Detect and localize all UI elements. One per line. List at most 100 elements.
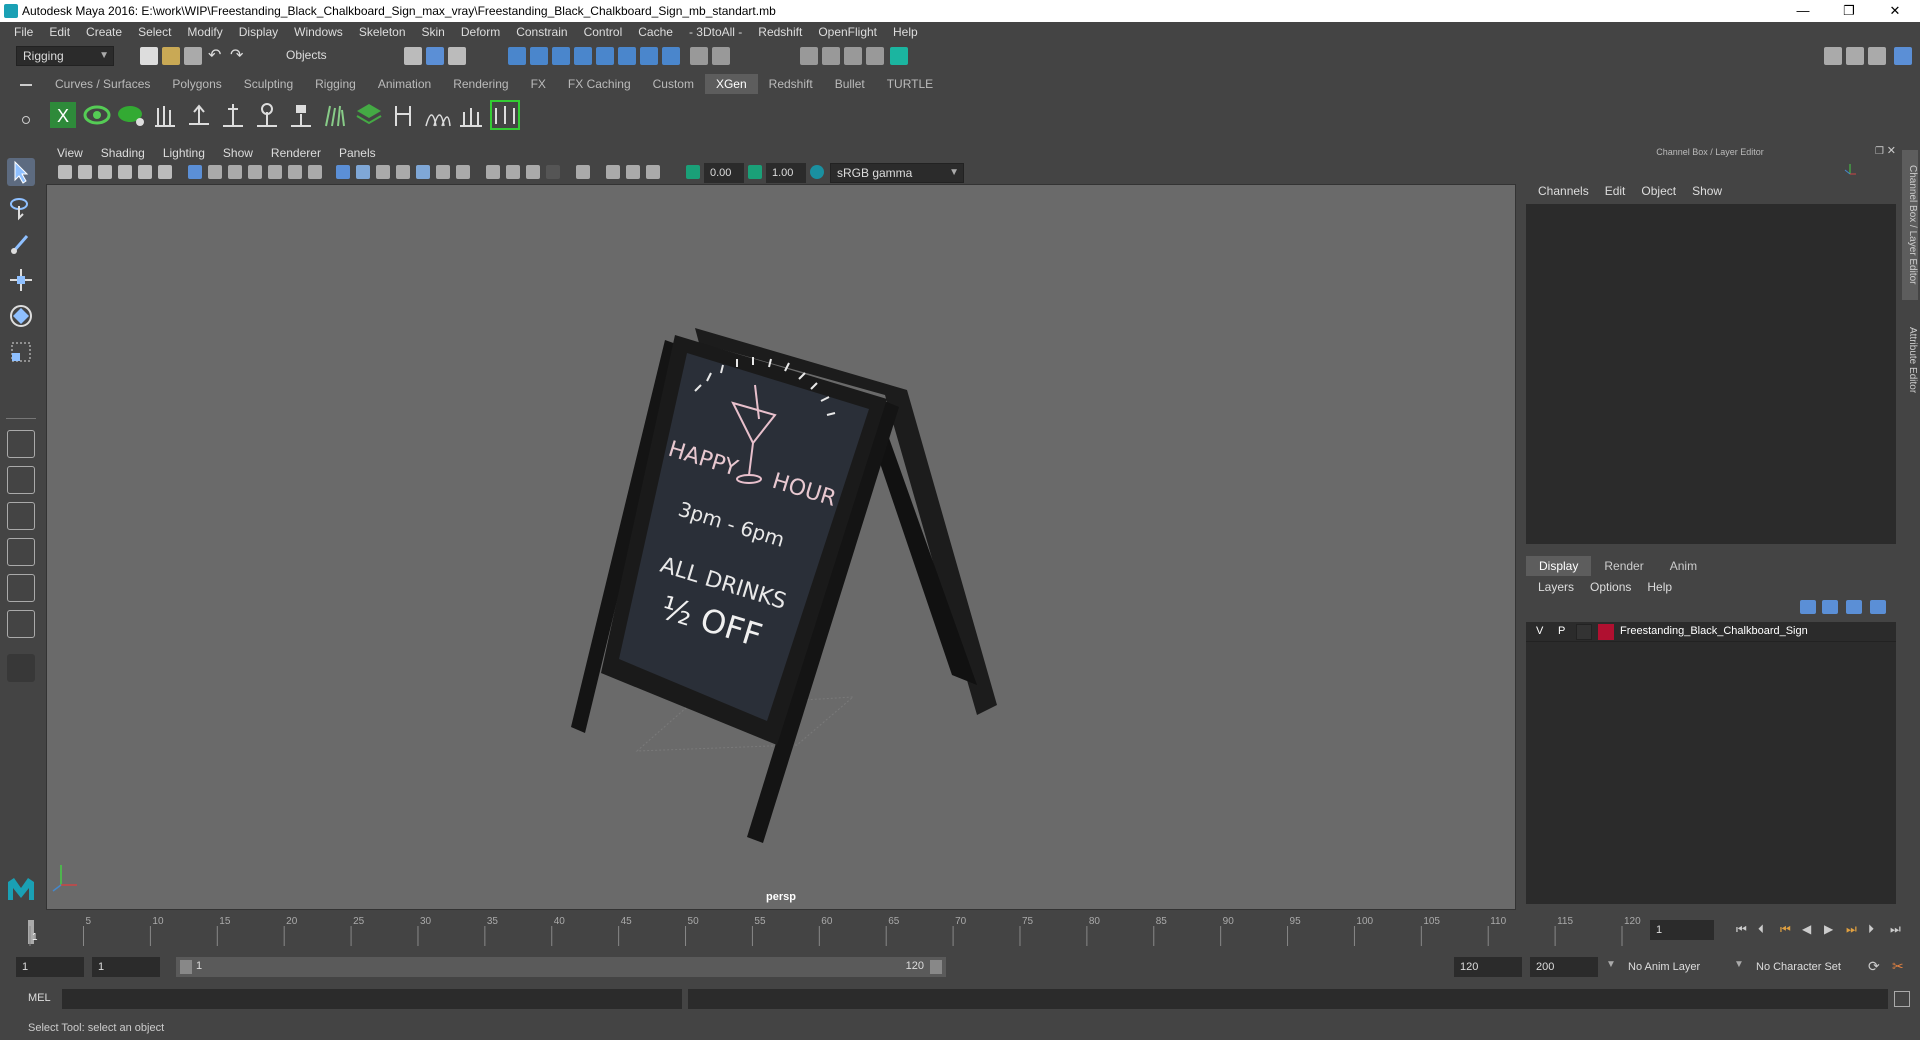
- chevron-down-icon[interactable]: ▼: [1606, 959, 1616, 970]
- menu-cache[interactable]: Cache: [630, 25, 681, 39]
- shelf-tab-rigging[interactable]: Rigging: [304, 74, 367, 94]
- shelf-tab-rendering[interactable]: Rendering: [442, 74, 519, 94]
- xgen-editor-icon[interactable]: X: [48, 100, 78, 130]
- menu-control[interactable]: Control: [576, 25, 631, 39]
- current-frame-field[interactable]: 1: [1650, 920, 1714, 940]
- viewport-menu-renderer[interactable]: Renderer: [262, 146, 330, 160]
- layer-tab-render[interactable]: Render: [1591, 556, 1656, 576]
- camera-icon[interactable]: [58, 165, 72, 179]
- step-back-frame-icon[interactable]: ⏴: [1758, 922, 1764, 937]
- xgen-add-guide-icon[interactable]: [150, 100, 180, 130]
- menu-modify[interactable]: Modify: [179, 25, 230, 39]
- layout-options-icon[interactable]: [7, 654, 35, 682]
- paint-select-tool-icon[interactable]: [7, 230, 35, 258]
- snap-grid-icon[interactable]: [508, 47, 526, 65]
- menu-skeleton[interactable]: Skeleton: [351, 25, 414, 39]
- image-plane-icon[interactable]: [118, 165, 132, 179]
- snap-projected-icon[interactable]: [618, 47, 636, 65]
- new-layer-from-selected-icon[interactable]: [1870, 600, 1886, 614]
- layer-menu-options[interactable]: Options: [1582, 580, 1639, 594]
- shelf-tab-curves-surfaces[interactable]: Curves / Surfaces: [44, 74, 161, 94]
- menu-select[interactable]: Select: [130, 25, 179, 39]
- move-layer-down-icon[interactable]: [1822, 600, 1838, 614]
- animation-preferences-icon[interactable]: ✂: [1892, 958, 1904, 975]
- perspective-viewport[interactable]: HAPPY HOUR 3pm - 6pm ALL DRINKS ½ OFF pe…: [46, 184, 1516, 910]
- menu-file[interactable]: File: [6, 25, 41, 39]
- exposure-field[interactable]: 0.00: [704, 163, 744, 183]
- snap-point-icon[interactable]: [552, 47, 570, 65]
- step-back-key-icon[interactable]: ⏮: [1780, 922, 1791, 937]
- script-editor-icon[interactable]: [1894, 991, 1910, 1007]
- menu-deform[interactable]: Deform: [453, 25, 508, 39]
- viewport-menu-view[interactable]: View: [48, 146, 92, 160]
- playback-end-field[interactable]: 120: [1454, 957, 1522, 977]
- menu-edit[interactable]: Edit: [41, 25, 78, 39]
- layer-name[interactable]: Freestanding_Black_Chalkboard_Sign: [1620, 625, 1808, 637]
- symmetry-icon[interactable]: [662, 47, 680, 65]
- four-view-layout-icon[interactable]: [7, 466, 35, 494]
- shelf-tab-turtle[interactable]: TURTLE: [876, 74, 944, 94]
- open-scene-icon[interactable]: [162, 47, 180, 65]
- step-forward-key-icon[interactable]: ⏭: [1846, 922, 1857, 937]
- xgen-hair-icon[interactable]: [422, 100, 452, 130]
- channel-box-toggle-icon[interactable]: [1894, 47, 1912, 65]
- time-slider[interactable]: 1 5 10 15 20 25 30 35 40 45 50 55 60 65 70 75 80 85 90 95 10…: [26, 916, 1641, 946]
- layer-color-swatch[interactable]: [1598, 624, 1614, 640]
- play-backwards-icon[interactable]: ◀: [1802, 922, 1811, 936]
- lock-icon[interactable]: [690, 47, 708, 65]
- hypershade-icon[interactable]: [866, 47, 884, 65]
- channel-box-menu-edit[interactable]: Edit: [1597, 184, 1634, 198]
- selection-mode-dropdown[interactable]: Objects: [280, 46, 376, 66]
- construction-history-icon[interactable]: [712, 47, 730, 65]
- range-end-handle[interactable]: [930, 960, 942, 974]
- redo-icon[interactable]: ↷: [230, 47, 248, 65]
- menu-redshift[interactable]: Redshift: [750, 25, 810, 39]
- field-chart-icon[interactable]: [268, 165, 282, 179]
- menu-create[interactable]: Create: [78, 25, 130, 39]
- new-layer-icon[interactable]: [1846, 600, 1862, 614]
- shelf-tab-custom[interactable]: Custom: [642, 74, 705, 94]
- xgen-modifier-icon[interactable]: [456, 100, 486, 130]
- shelf-tab-animation[interactable]: Animation: [367, 74, 442, 94]
- color-space-dropdown[interactable]: sRGB gamma ▼: [830, 163, 964, 183]
- select-tool-icon[interactable]: [7, 158, 35, 186]
- single-perspective-view-icon[interactable]: [7, 430, 35, 458]
- new-scene-icon[interactable]: [140, 47, 158, 65]
- wireframe-on-shaded-icon[interactable]: [376, 165, 390, 179]
- gamma-icon[interactable]: [748, 165, 762, 179]
- step-forward-frame-icon[interactable]: ⏵: [1868, 922, 1874, 937]
- go-to-start-icon[interactable]: ⏮: [1736, 922, 1747, 937]
- close-panel-icon[interactable]: ✕: [1887, 144, 1896, 157]
- viewport-menu-show[interactable]: Show: [214, 146, 262, 160]
- xgen-interactive-groom-icon[interactable]: [490, 100, 520, 130]
- wireframe-icon[interactable]: [336, 165, 350, 179]
- persp-graph-layout-icon[interactable]: [7, 538, 35, 566]
- xgen-groom-icon[interactable]: [388, 100, 418, 130]
- menu-skin[interactable]: Skin: [414, 25, 453, 39]
- chevron-down-icon[interactable]: ▼: [1734, 959, 1744, 970]
- channel-box-menu-show[interactable]: Show: [1684, 184, 1730, 198]
- menu-3dtoall[interactable]: - 3DtoAll -: [681, 25, 750, 39]
- side-tab-channel-box[interactable]: Channel Box / Layer Editor: [1902, 150, 1918, 300]
- textured-icon[interactable]: [396, 165, 410, 179]
- bookmark-icon[interactable]: [98, 165, 112, 179]
- viewport-menu-panels[interactable]: Panels: [330, 146, 385, 160]
- ipr-render-icon[interactable]: [844, 47, 862, 65]
- anim-layer-dropdown[interactable]: No Anim Layer: [1622, 957, 1742, 977]
- two-d-pan-zoom-icon[interactable]: [138, 165, 152, 179]
- menu-help[interactable]: Help: [885, 25, 926, 39]
- persp-outliner-layout-icon[interactable]: [7, 502, 35, 530]
- float-panel-icon[interactable]: ❐: [1875, 146, 1884, 157]
- layer-visibility-toggle[interactable]: V: [1536, 625, 1543, 637]
- axis-orient-icon[interactable]: [1842, 162, 1858, 176]
- undo-icon[interactable]: ↶: [208, 47, 226, 65]
- snap-vertex-icon[interactable]: [640, 47, 658, 65]
- smooth-shade-icon[interactable]: [356, 165, 370, 179]
- character-set-dropdown[interactable]: No Character Set: [1750, 957, 1870, 977]
- custom-layout-icon[interactable]: [7, 610, 35, 638]
- resolution-gate-icon[interactable]: [228, 165, 242, 179]
- select-object-icon[interactable]: [426, 47, 444, 65]
- range-start-handle[interactable]: [180, 960, 192, 974]
- hud-icon[interactable]: [646, 165, 660, 179]
- shelf-tab-fx[interactable]: FX: [520, 74, 557, 94]
